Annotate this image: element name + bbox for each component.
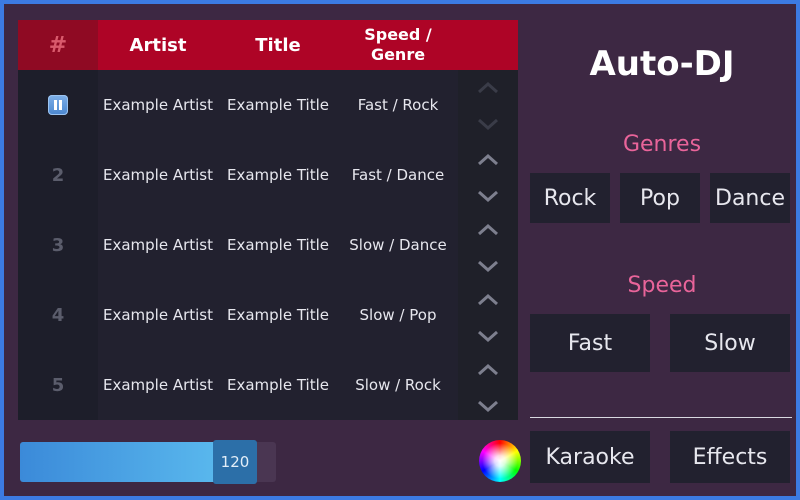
- row-genre: Slow / Dance: [349, 236, 447, 254]
- row-genre: Slow / Pop: [359, 306, 437, 324]
- tempo-slider[interactable]: 120: [20, 440, 276, 484]
- row-number: 5: [51, 374, 65, 396]
- row-genre: Fast / Dance: [351, 166, 445, 184]
- speed-label: Speed: [627, 273, 697, 298]
- genre-pop-button[interactable]: Pop: [620, 173, 700, 223]
- genre-dance-button[interactable]: Dance: [710, 173, 790, 223]
- table-row[interactable]: Example Artist Example Title Fast / Rock: [18, 70, 518, 140]
- speed-slow-button[interactable]: Slow: [670, 314, 790, 372]
- header-number: #: [18, 20, 98, 70]
- chevron-up-icon[interactable]: [473, 288, 503, 312]
- pause-icon[interactable]: [48, 95, 68, 115]
- row-number: 3: [51, 234, 65, 256]
- row-title: Example Title: [227, 376, 329, 394]
- chevron-up-icon[interactable]: [473, 218, 503, 242]
- row-artist: Example Artist: [102, 306, 214, 324]
- table-row[interactable]: 4 Example Artist Example Title Slow / Po…: [18, 280, 518, 350]
- row-genre: Slow / Rock: [355, 376, 441, 394]
- row-title: Example Title: [227, 306, 329, 324]
- row-artist: Example Artist: [102, 96, 214, 114]
- effects-button[interactable]: Effects: [670, 431, 790, 483]
- tempo-slider-thumb[interactable]: 120: [213, 440, 257, 484]
- speed-fast-button[interactable]: Fast: [530, 314, 650, 372]
- row-artist: Example Artist: [102, 376, 214, 394]
- row-number: [18, 70, 98, 140]
- color-wheel-icon[interactable]: [479, 440, 521, 482]
- divider: [530, 417, 792, 418]
- chevron-down-icon[interactable]: [473, 394, 503, 418]
- table-row[interactable]: 3 Example Artist Example Title Slow / Da…: [18, 210, 518, 280]
- chevron-down-icon[interactable]: [473, 184, 503, 208]
- header-speed-genre: Speed / Genre: [338, 20, 458, 70]
- chevron-down-icon[interactable]: [473, 254, 503, 278]
- header-title: Title: [255, 34, 301, 56]
- row-artist: Example Artist: [102, 166, 214, 184]
- row-title: Example Title: [227, 166, 329, 184]
- row-artist: Example Artist: [102, 236, 214, 254]
- chevron-down-icon[interactable]: [473, 112, 503, 136]
- karaoke-button[interactable]: Karaoke: [530, 431, 650, 483]
- row-title: Example Title: [227, 236, 329, 254]
- genre-rock-button[interactable]: Rock: [530, 173, 610, 223]
- chevron-down-icon[interactable]: [473, 324, 503, 348]
- header-artist: Artist: [129, 34, 187, 56]
- chevron-up-icon[interactable]: [473, 76, 503, 100]
- playlist-table: # Artist Title Speed / Genre Example Art…: [18, 20, 518, 420]
- header-speed-genre-label: Speed / Genre: [364, 25, 432, 64]
- app-title: Auto-DJ: [589, 44, 735, 84]
- auto-dj-window: # Artist Title Speed / Genre Example Art…: [4, 4, 796, 496]
- row-title: Example Title: [227, 96, 329, 114]
- chevron-up-icon[interactable]: [473, 358, 503, 382]
- chevron-up-icon[interactable]: [473, 148, 503, 172]
- row-number: 2: [51, 164, 65, 186]
- table-row[interactable]: 5 Example Artist Example Title Slow / Ro…: [18, 350, 518, 420]
- table-header: # Artist Title Speed / Genre: [18, 20, 518, 70]
- tempo-slider-fill: [20, 442, 235, 482]
- table-row[interactable]: 2 Example Artist Example Title Fast / Da…: [18, 140, 518, 210]
- row-genre: Fast / Rock: [357, 96, 439, 114]
- genres-label: Genres: [622, 132, 702, 157]
- row-number: 4: [51, 304, 65, 326]
